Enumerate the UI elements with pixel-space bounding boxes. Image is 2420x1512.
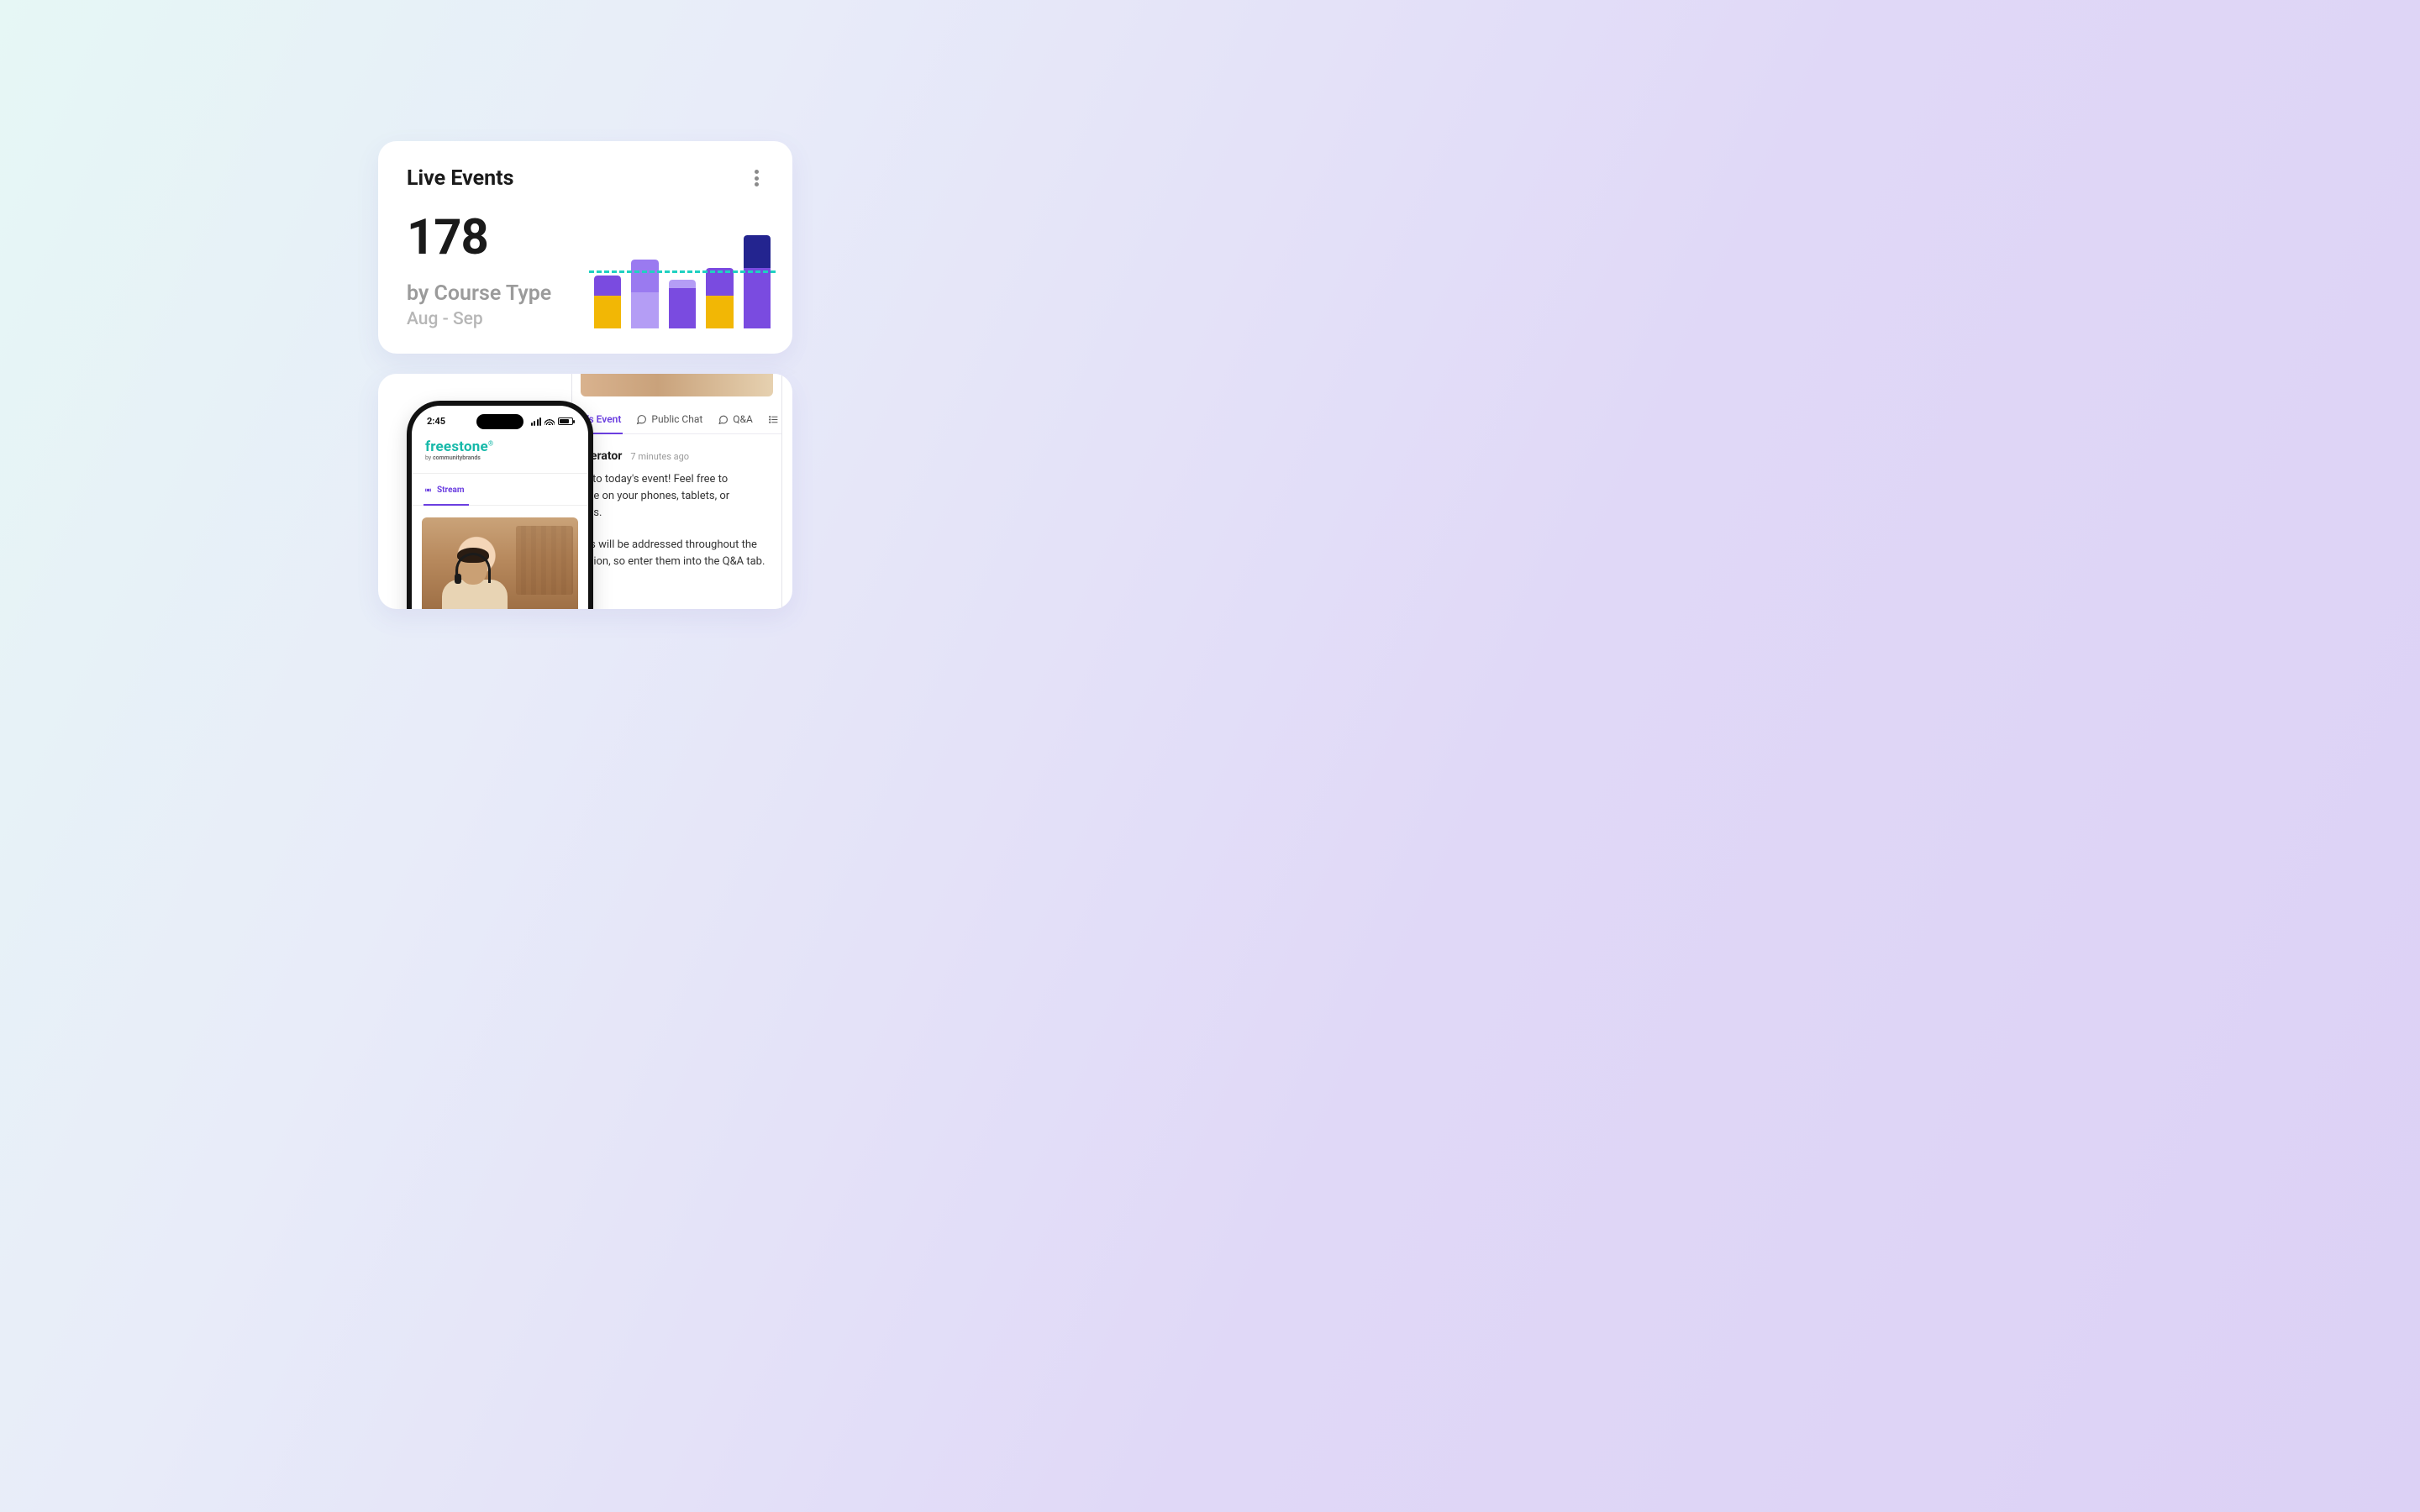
chart-bar: [669, 280, 696, 328]
chat-icon: [636, 414, 647, 425]
message-timestamp: 7 minutes ago: [630, 449, 689, 464]
wifi-icon: [544, 417, 555, 425]
registered-mark: ®: [488, 440, 493, 448]
bar-segment-lower: [744, 268, 771, 328]
stats-title: Live Events: [407, 166, 513, 191]
stream-icon: [424, 486, 433, 495]
message-body-2: ns will be addressed throughout the atio…: [584, 537, 770, 570]
live-events-card: Live Events 178 by Course Type Aug - Sep: [378, 141, 792, 354]
more-options-icon[interactable]: [749, 168, 764, 188]
chart-bar: [706, 268, 733, 329]
list-icon: [768, 414, 779, 425]
qa-icon: [718, 414, 729, 425]
tab-label: Public Chat: [651, 413, 702, 425]
tab-label: Stream: [437, 486, 465, 495]
tab-stream[interactable]: Stream: [424, 486, 465, 495]
bar-segment-upper: [744, 235, 771, 268]
phone-video-frame: [422, 517, 578, 609]
stats-header: Live Events: [407, 166, 764, 191]
dynamic-island: [476, 414, 523, 429]
bar-segment-upper: [669, 280, 696, 288]
chart-bar: [631, 260, 658, 328]
brand-name: freestone: [425, 438, 488, 455]
active-tab-underline: [424, 504, 469, 507]
bookshelf-decor: [516, 526, 573, 595]
chart-bar: [744, 235, 771, 328]
chat-message: derator 7 minutes ago e to today's event…: [572, 434, 781, 570]
desktop-video-thumbnail: [581, 374, 773, 396]
tab-public-chat[interactable]: Public Chat: [636, 413, 702, 425]
desktop-tabs: y's Event Public Chat Q&A C: [572, 402, 781, 434]
message-body-1: e to today's event! Feel free to ate on …: [584, 471, 770, 522]
phone-clock: 2:45: [427, 416, 445, 427]
tab-label: Q&A: [733, 413, 753, 425]
signal-icon: [531, 417, 542, 426]
product-preview-card: y's Event Public Chat Q&A C derator 7 mi…: [378, 374, 792, 609]
brand-subtitle: by communitybrands: [425, 454, 575, 461]
phone-mockup: 2:45 freestone® by communitybrands: [407, 401, 593, 609]
reference-line: [589, 270, 776, 273]
bar-segment-lower: [706, 296, 733, 328]
desktop-chat-panel: y's Event Public Chat Q&A C derator 7 mi…: [571, 374, 782, 609]
phone-screen: 2:45 freestone® by communitybrands: [412, 406, 588, 609]
chart-bar: [594, 276, 621, 328]
bar-chart: [594, 231, 771, 328]
presenter-illustration: [437, 548, 513, 609]
bar-segment-upper: [594, 276, 621, 296]
battery-icon: [558, 417, 573, 425]
brand-header: freestone® by communitybrands: [412, 427, 588, 465]
phone-tabs: Stream: [412, 473, 588, 506]
tab-fourth[interactable]: C: [768, 413, 782, 425]
bar-segment-lower: [594, 296, 621, 328]
bar-segment-lower: [669, 288, 696, 328]
bar-segment-upper: [631, 260, 658, 292]
tab-qa[interactable]: Q&A: [718, 413, 753, 425]
bar-segment-lower: [631, 292, 658, 328]
